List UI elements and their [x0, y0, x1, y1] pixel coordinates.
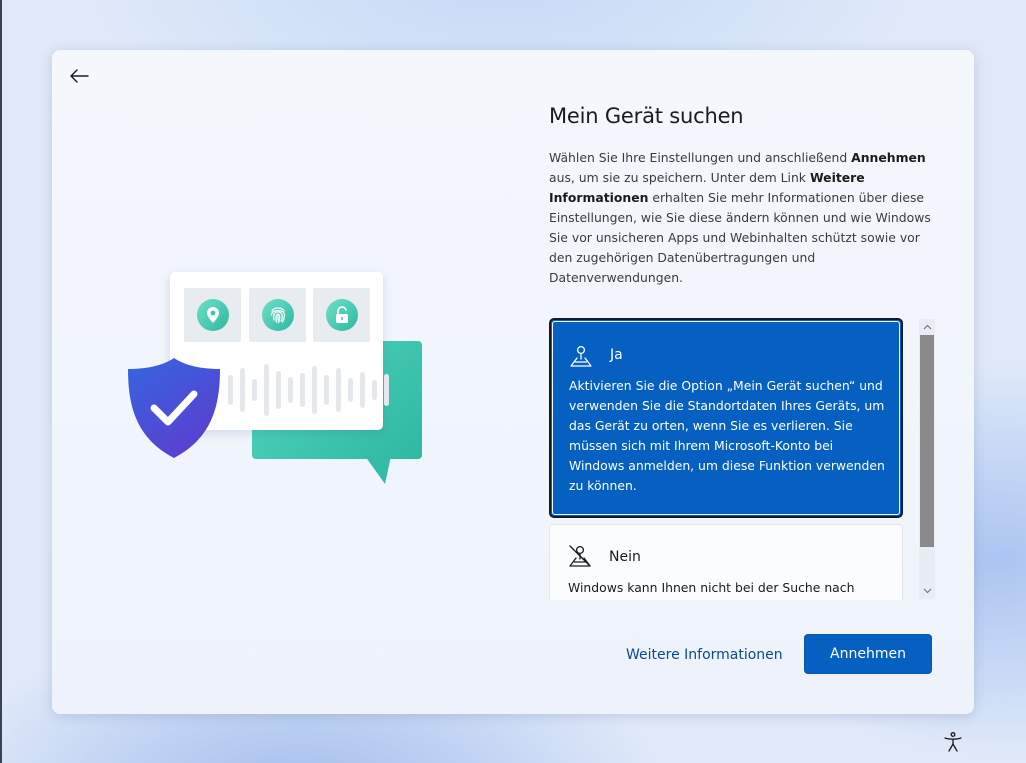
back-button[interactable]	[66, 64, 92, 88]
location-tile	[184, 288, 241, 342]
option-no[interactable]: Nein Windows kann Ihnen nicht bei der Su…	[549, 524, 903, 600]
option-yes-description: Aktivieren Sie die Option „Mein Gerät su…	[569, 378, 885, 493]
location-pin-icon	[570, 345, 592, 367]
unlock-tile	[313, 288, 370, 342]
option-yes[interactable]: Ja Aktivieren Sie die Option „Mein Gerät…	[549, 318, 903, 518]
option-no-description: Windows kann Ihnen nicht bei der Suche n…	[568, 580, 855, 595]
scroll-down-button[interactable]	[919, 584, 935, 598]
left-edge-strip	[0, 0, 2, 763]
chevron-down-icon	[923, 588, 931, 594]
audio-waveform-graphic	[228, 360, 389, 420]
fingerprint-tile	[249, 288, 306, 342]
options-scrollbar[interactable]	[919, 319, 935, 599]
scroll-thumb[interactable]	[920, 335, 934, 547]
chevron-up-icon	[923, 324, 931, 330]
shield-check-icon	[128, 358, 220, 458]
fingerprint-icon	[270, 307, 285, 324]
page-title: Mein Gerät suchen	[549, 104, 744, 128]
option-yes-label: Ja	[610, 347, 623, 363]
setup-dialog: Mein Gerät suchen Wählen Sie Ihre Einste…	[52, 50, 974, 714]
location-off-icon	[569, 545, 591, 567]
location-pin-icon	[206, 307, 219, 323]
option-no-label: Nein	[609, 549, 641, 565]
more-info-link[interactable]: Weitere Informationen	[626, 647, 783, 663]
unlock-icon	[335, 306, 348, 323]
page-description: Wählen Sie Ihre Einstellungen und anschl…	[549, 150, 931, 285]
options-list: Ja Aktivieren Sie die Option „Mein Gerät…	[549, 318, 935, 600]
chat-bubble-tail	[365, 456, 391, 484]
accept-button[interactable]: Annehmen	[804, 634, 932, 674]
scroll-up-button[interactable]	[919, 320, 935, 334]
privacy-illustration	[122, 270, 432, 490]
arrow-left-icon	[70, 69, 89, 83]
accessibility-icon[interactable]	[942, 731, 964, 753]
